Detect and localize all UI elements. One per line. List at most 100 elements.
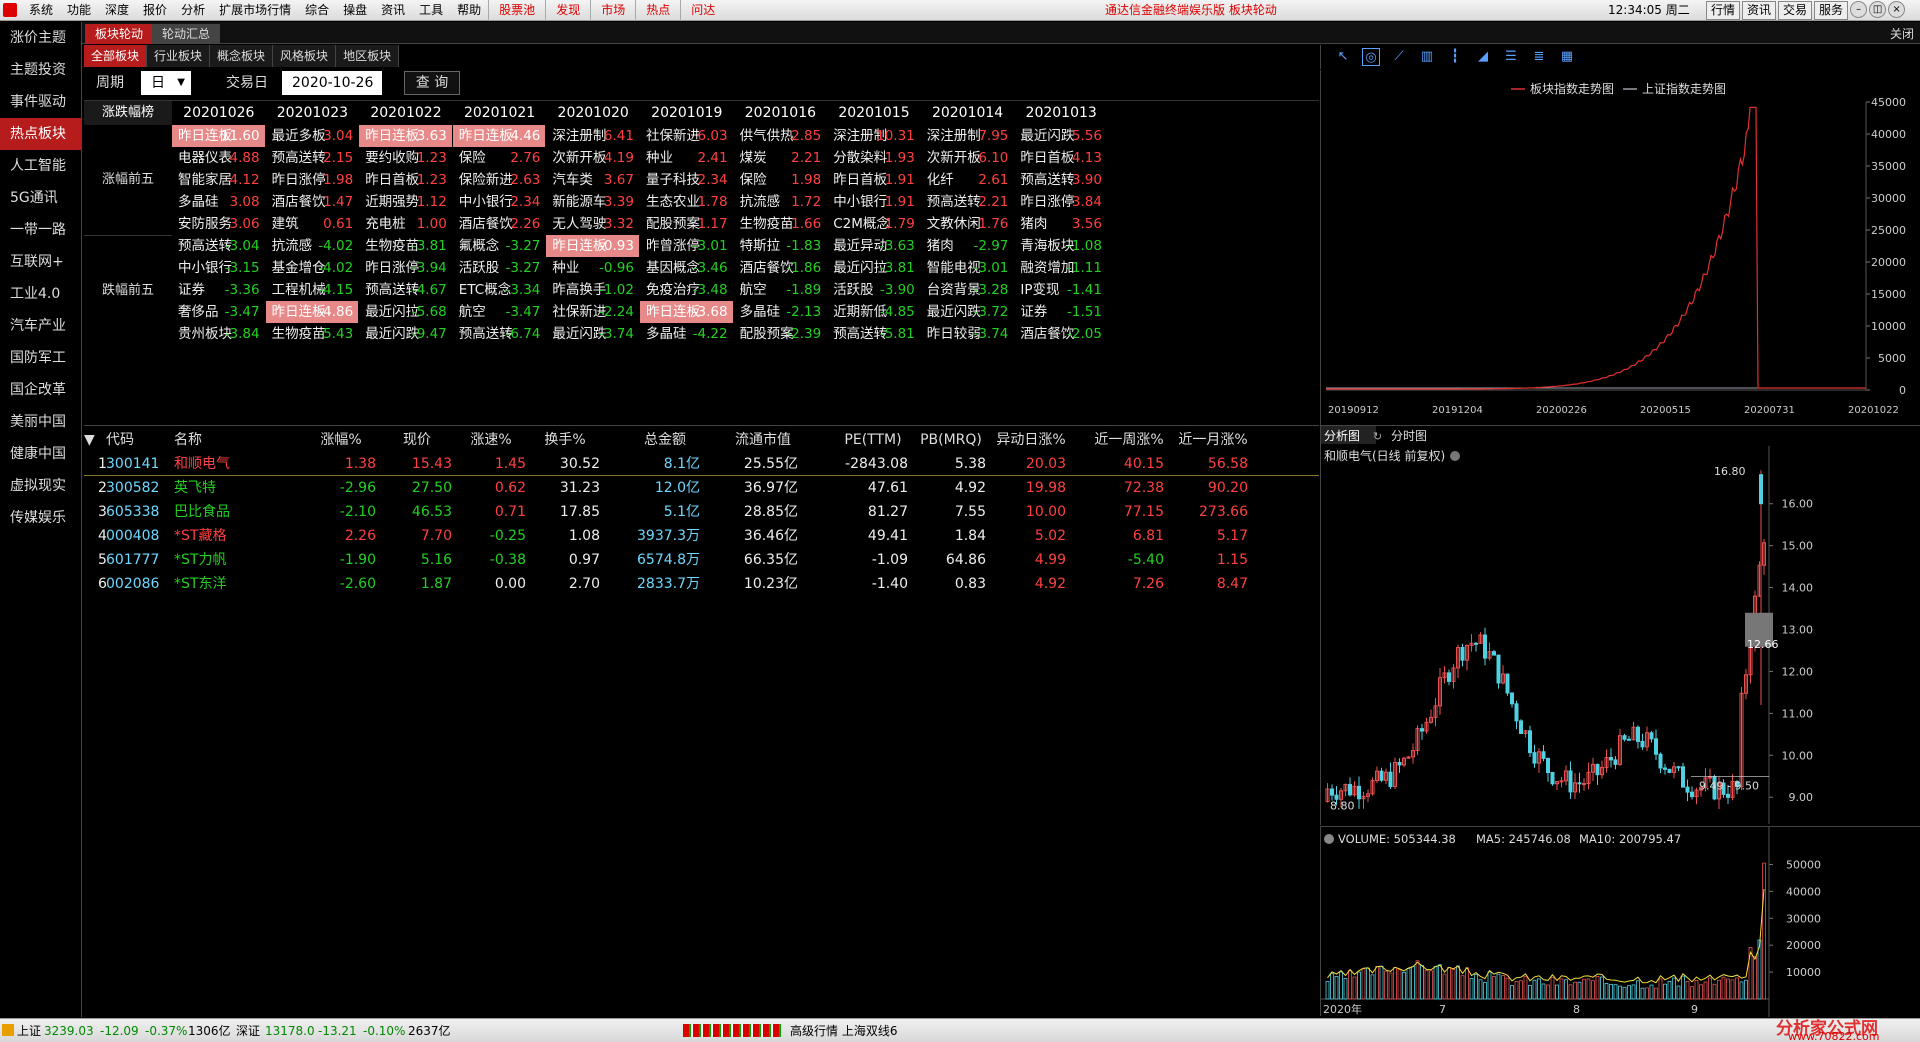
rotation-cell[interactable]: 酒店餐饮 -1.86: [734, 257, 827, 279]
rotation-cell[interactable]: 最近闪跌 -3.74: [546, 323, 639, 345]
menu-highlight[interactable]: 热点: [635, 0, 680, 21]
subtab[interactable]: 地区板块: [336, 45, 400, 67]
rotation-cell[interactable]: 证券 -1.51: [1014, 301, 1107, 323]
menu-item[interactable]: 系统: [22, 0, 60, 21]
subtab[interactable]: 全部板块: [84, 45, 148, 67]
toolbar-button[interactable]: 行情: [1706, 1, 1741, 20]
rotation-cell[interactable]: 煤炭 2.21: [734, 147, 827, 169]
table-icon[interactable]: ≣: [1530, 48, 1548, 66]
rotation-date-header[interactable]: 20201015: [827, 101, 921, 125]
toolbar-button[interactable]: 交易: [1778, 1, 1813, 20]
rotation-cell[interactable]: 生态农业 1.78: [640, 191, 733, 213]
rotation-cell[interactable]: 台资背景 -3.28: [921, 279, 1014, 301]
rotation-cell[interactable]: 种业 -0.96: [546, 257, 639, 279]
column-header[interactable]: 名称: [174, 428, 244, 452]
rotation-cell[interactable]: 最近闪拉 -5.68: [359, 301, 452, 323]
rotation-date-header[interactable]: 20201014: [921, 101, 1015, 125]
rotation-cell[interactable]: 猪肉 3.56: [1014, 213, 1107, 235]
rotation-cell[interactable]: 生物疫苗 -3.81: [359, 235, 452, 257]
rotation-date-header[interactable]: 20201026: [172, 101, 266, 125]
rotation-cell[interactable]: 特斯拉 -1.83: [734, 235, 827, 257]
menu-item[interactable]: 分析: [174, 0, 212, 21]
rotation-cell[interactable]: 最近闪跌 -9.47: [359, 323, 452, 345]
menu-highlight[interactable]: 市场: [590, 0, 635, 21]
rotation-cell[interactable]: 融资增加 -1.11: [1014, 257, 1107, 279]
column-header[interactable]: PE(TTM): [838, 428, 908, 452]
period-select[interactable]: 日 ▼: [141, 71, 191, 95]
subtab[interactable]: 风格板块: [273, 45, 337, 67]
column-header[interactable]: 近一月涨%: [1178, 428, 1248, 452]
rotation-cell[interactable]: 昨日首板 4.13: [1014, 147, 1107, 169]
sidebar-item[interactable]: 美丽中国: [0, 406, 81, 438]
rotation-cell[interactable]: 昨高换手 -1.02: [546, 279, 639, 301]
rotation-cell[interactable]: 中小银行 -3.15: [172, 257, 265, 279]
cursor-icon[interactable]: ↖: [1334, 48, 1352, 66]
table-row[interactable]: 2 300582 英飞特 -2.96 27.50 0.62 31.23 12.0亿 36.97亿…: [84, 476, 1319, 500]
zoom-icon[interactable]: ◎: [1362, 48, 1380, 66]
rotation-cell[interactable]: 昨日连板 -4.86: [265, 301, 359, 323]
rotation-cell[interactable]: 近期新低 -4.85: [827, 301, 920, 323]
toolbar-button[interactable]: 资讯: [1742, 1, 1777, 20]
rotation-cell[interactable]: 社保新进 6.03: [640, 125, 733, 147]
menu-highlight[interactable]: 问达: [680, 0, 725, 21]
tab-sector-rotation[interactable]: 板块轮动: [85, 24, 154, 44]
rotation-cell[interactable]: 预高送转 -5.81: [827, 323, 920, 345]
rotation-cell[interactable]: 青海板块 -1.08: [1014, 235, 1107, 257]
rotation-cell[interactable]: ETC概念 -3.34: [453, 279, 546, 301]
rotation-cell[interactable]: 活跃股 -3.27: [453, 257, 546, 279]
rotation-cell[interactable]: 航空 -1.89: [734, 279, 827, 301]
sidebar-item[interactable]: 互联网+: [0, 246, 81, 278]
menu-item[interactable]: 工具: [412, 0, 450, 21]
menu-item[interactable]: 扩展市场行情: [212, 0, 298, 21]
rotation-date-header[interactable]: 20201013: [1014, 101, 1108, 125]
rotation-cell[interactable]: 预高送转 3.90: [1014, 169, 1107, 191]
rotation-cell[interactable]: 次新开板 4.19: [546, 147, 639, 169]
rotation-cell[interactable]: C2M概念 1.79: [827, 213, 920, 235]
rotation-cell[interactable]: 智能家居 4.12: [172, 169, 265, 191]
rotation-cell[interactable]: 航空 -3.47: [453, 301, 546, 323]
rotation-cell[interactable]: 酒店餐饮 1.47: [266, 191, 359, 213]
rotation-cell[interactable]: 生物疫苗 1.66: [734, 213, 827, 235]
menu-item[interactable]: 深度: [98, 0, 136, 21]
rotation-cell[interactable]: 昨曾涨停 -3.01: [640, 235, 733, 257]
rotation-cell[interactable]: 昨日连板 3.63: [359, 125, 452, 147]
menu-item[interactable]: 资讯: [374, 0, 412, 21]
rotation-cell[interactable]: 多晶硅 -4.22: [640, 323, 733, 345]
rotation-cell[interactable]: 最近多板 3.04: [266, 125, 359, 147]
area-chart-icon[interactable]: ◢: [1474, 48, 1492, 66]
sidebar-item[interactable]: 主题投资: [0, 54, 81, 86]
rotation-cell[interactable]: 近期强势 1.12: [359, 191, 452, 213]
rotation-cell[interactable]: 昨日首板 1.23: [359, 169, 452, 191]
tab-analysis-chart[interactable]: 分析图: [1324, 429, 1360, 443]
close-icon[interactable]: ×: [1888, 1, 1906, 18]
column-header[interactable]: 换手%: [530, 428, 600, 452]
sidebar-item[interactable]: 热点板块: [0, 118, 81, 150]
rotation-cell[interactable]: 化纤 2.61: [921, 169, 1014, 191]
restore-icon[interactable]: ◫: [1869, 1, 1887, 18]
rotation-cell[interactable]: 抗流感 1.72: [734, 191, 827, 213]
date-input[interactable]: 2020-10-26: [282, 71, 382, 95]
rotation-cell[interactable]: 最近闪拉 -3.81: [827, 257, 920, 279]
rotation-cell[interactable]: 昨日首板 1.91: [827, 169, 920, 191]
rotation-cell[interactable]: 分散染料 1.93: [827, 147, 920, 169]
rotation-cell[interactable]: 安防服务 3.06: [172, 213, 265, 235]
table-row[interactable]: 3 605338 巴比食品 -2.10 46.53 0.71 17.85 5.1亿 28.85亿…: [84, 500, 1319, 524]
rotation-cell[interactable]: 保险 2.76: [453, 147, 546, 169]
volume-settings-icon[interactable]: [1324, 834, 1334, 844]
rotation-cell[interactable]: 昨日连板 -0.93: [546, 235, 639, 257]
rotation-cell[interactable]: 智能电视 -3.01: [921, 257, 1014, 279]
rotation-date-header[interactable]: 20201020: [546, 101, 640, 125]
column-header[interactable]: 涨速%: [456, 428, 526, 452]
rotation-cell[interactable]: 配股预案 -2.39: [734, 323, 827, 345]
rotation-cell[interactable]: 猪肉 -2.97: [921, 235, 1014, 257]
subtab[interactable]: 概念板块: [210, 45, 274, 67]
rotation-cell[interactable]: 预高送转 2.15: [266, 147, 359, 169]
rotation-cell[interactable]: 昨日涨停 1.98: [266, 169, 359, 191]
sidebar-item[interactable]: 一带一路: [0, 214, 81, 246]
sidebar-item[interactable]: 虚拟现实: [0, 470, 81, 502]
sidebar-item[interactable]: 国防军工: [0, 342, 81, 374]
rotation-cell[interactable]: 抗流感 -4.02: [266, 235, 359, 257]
candle-chart-icon[interactable]: ┇: [1446, 48, 1464, 66]
rotation-date-header[interactable]: 20201019: [640, 101, 734, 125]
settings-icon[interactable]: [1450, 451, 1460, 461]
